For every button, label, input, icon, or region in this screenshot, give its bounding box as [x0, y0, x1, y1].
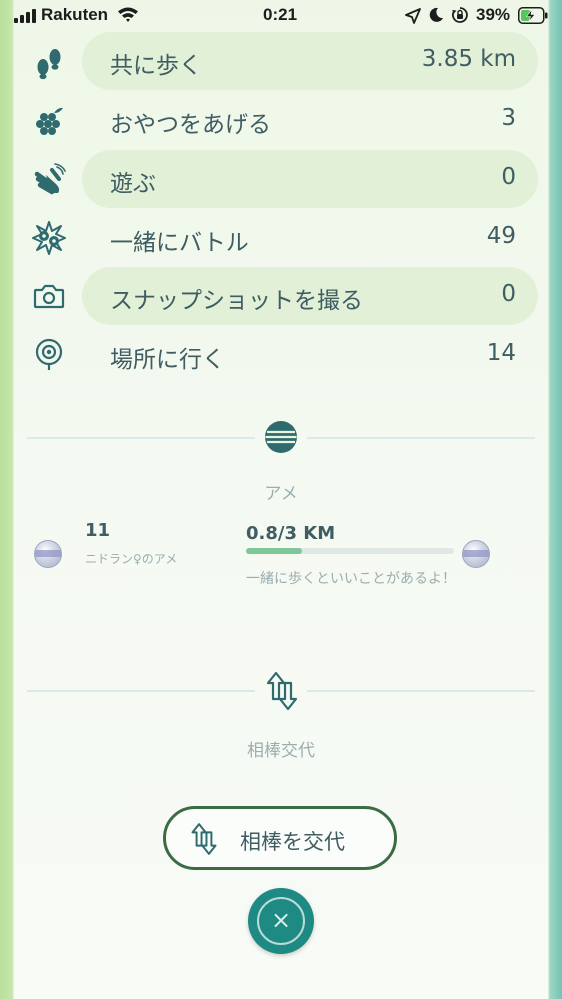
candy-icon	[265, 421, 297, 453]
battle-icon	[32, 221, 66, 255]
close-button[interactable]: ×	[248, 888, 314, 954]
location-pin-icon	[35, 338, 63, 370]
swap-arrows-icon	[266, 671, 298, 711]
swap-section-title: 相棒交代	[247, 741, 315, 761]
stat-value: 0	[501, 281, 516, 307]
camera-icon	[33, 284, 65, 309]
candy-progress-fill	[246, 548, 302, 554]
change-buddy-button[interactable]: 相棒を交代	[163, 806, 397, 870]
wifi-icon	[118, 7, 138, 22]
stat-label: 遊ぶ	[110, 171, 156, 197]
stat-label: 共に歩く	[110, 53, 202, 79]
candy-distance: 0.8/3 KM	[246, 523, 336, 544]
section-divider-left	[27, 437, 255, 439]
candy-count: 11	[85, 520, 111, 541]
candy-icon-left	[34, 540, 62, 568]
cellular-signal-icon	[14, 9, 38, 23]
waving-hand-icon	[34, 163, 66, 195]
section-divider-right	[307, 437, 535, 439]
stat-label: 一緒にバトル	[110, 230, 249, 256]
stat-row-snapshot: スナップショットを撮る 0	[82, 267, 538, 325]
stat-row-play: 遊ぶ 0	[82, 150, 538, 208]
close-icon: ×	[270, 906, 292, 934]
carrier-name: Rakuten	[41, 5, 109, 24]
stat-value: 0	[501, 164, 516, 190]
change-buddy-label: 相棒を交代	[240, 830, 345, 854]
status-bar: Rakuten 0:21 39%	[0, 0, 562, 32]
do-not-disturb-moon-icon	[429, 7, 443, 22]
clock: 0:21	[263, 5, 298, 24]
berry-icon	[36, 107, 63, 135]
rotation-lock-icon	[452, 7, 468, 23]
battery-charging-icon	[518, 7, 548, 24]
stat-row-treat: おやつをあげる 3	[82, 91, 538, 149]
stat-value: 3	[501, 105, 516, 131]
battery-percentage: 39%	[476, 5, 511, 24]
location-arrow-icon	[405, 8, 421, 24]
stat-label: スナップショットを撮る	[110, 288, 363, 314]
stat-row-visit-place: 場所に行く 14	[82, 326, 538, 384]
stat-label: おやつをあげる	[110, 112, 271, 138]
candy-name: ニドラン♀のアメ	[85, 552, 178, 566]
candy-reward-icon	[462, 540, 490, 568]
stat-value: 14	[486, 340, 516, 366]
footprints-icon	[37, 49, 61, 80]
stat-row-battle: 一緒にバトル 49	[82, 209, 538, 267]
candy-section-title: アメ	[264, 484, 298, 504]
stat-value: 3.85 km	[421, 46, 516, 72]
stat-row-walk: 共に歩く 3.85 km	[82, 32, 538, 90]
stat-value: 49	[486, 223, 516, 249]
stat-label: 場所に行く	[110, 347, 225, 373]
candy-hint: 一緒に歩くといいことがあるよ！	[246, 571, 456, 587]
swap-divider-left	[27, 690, 255, 692]
swap-divider-right	[307, 690, 535, 692]
candy-progress-bar	[246, 548, 454, 554]
swap-arrows-icon	[191, 823, 217, 855]
